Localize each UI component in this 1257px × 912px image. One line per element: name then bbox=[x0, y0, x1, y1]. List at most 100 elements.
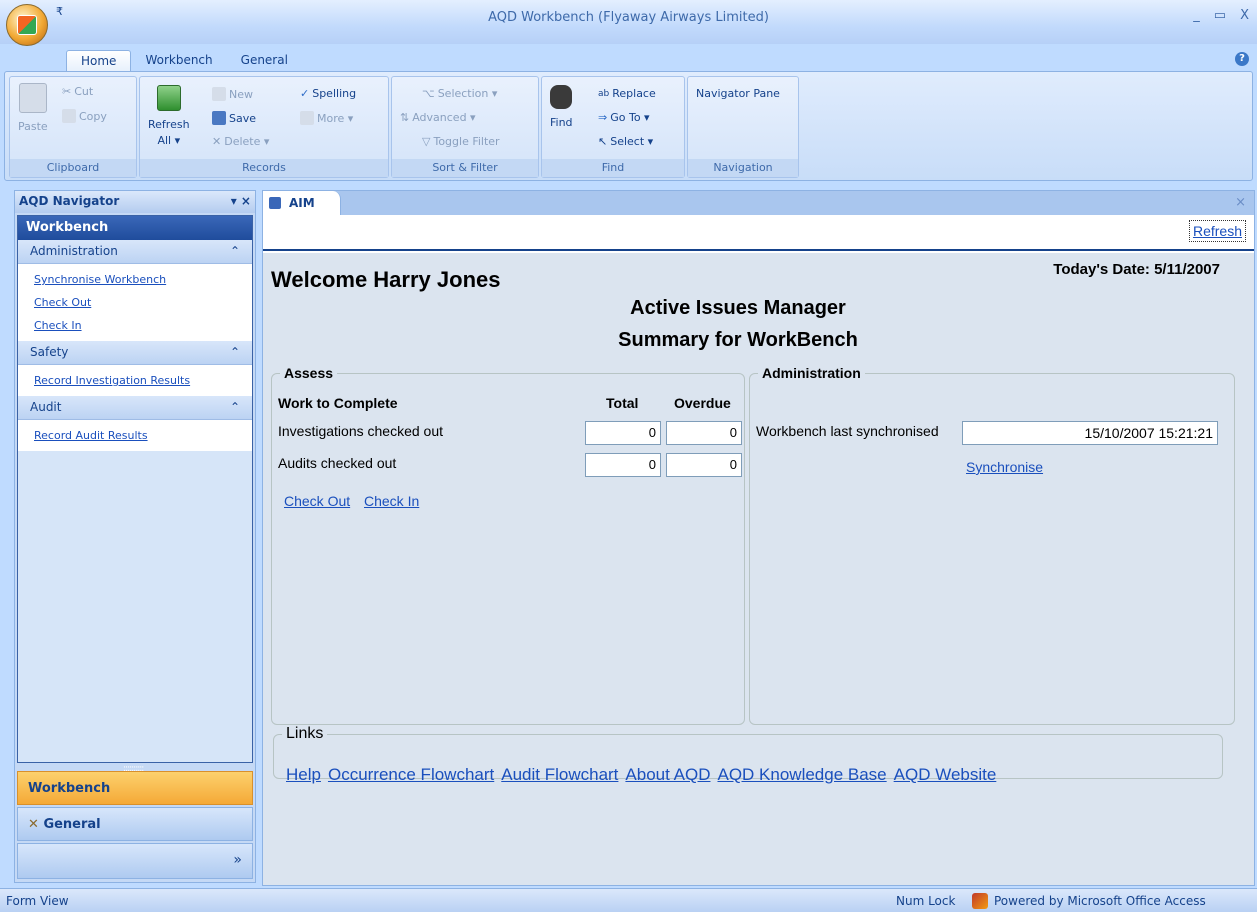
link-synchronise-workbench[interactable]: Synchronise Workbench bbox=[34, 268, 236, 291]
audits-total-field[interactable]: 0 bbox=[585, 453, 661, 477]
more-button[interactable]: More ▾ bbox=[300, 111, 353, 125]
select-label: Select ▾ bbox=[610, 135, 654, 148]
more-label: More ▾ bbox=[317, 111, 354, 125]
delete-button[interactable]: ✕ Delete ▾ bbox=[212, 135, 269, 148]
more-icon bbox=[300, 111, 314, 125]
restore-button[interactable]: ▭ bbox=[1214, 8, 1226, 23]
link-check-out[interactable]: Check Out bbox=[34, 291, 236, 314]
title-bar: ₹ AQD Workbench (Flyaway Airways Limited… bbox=[0, 0, 1257, 46]
sort-icon: ⇅ bbox=[400, 111, 410, 124]
ribbon: Paste ✂ Cut Copy Clipboard Refresh All ▾ … bbox=[4, 71, 1253, 181]
save-button[interactable]: Save bbox=[212, 111, 256, 125]
status-bar: Form View Num Lock Powered by Microsoft … bbox=[0, 888, 1257, 912]
find-button[interactable]: Find bbox=[550, 85, 573, 129]
last-synchronised-label: Workbench last synchronised bbox=[756, 423, 939, 439]
close-document-icon[interactable]: × bbox=[1235, 195, 1246, 210]
link-help[interactable]: Help bbox=[286, 765, 321, 785]
replace-icon: ab bbox=[598, 88, 610, 99]
investigations-overdue-field[interactable]: 0 bbox=[666, 421, 742, 445]
cut-button[interactable]: ✂ Cut bbox=[62, 85, 93, 98]
link-about-aqd[interactable]: About AQD bbox=[625, 765, 710, 785]
office-button[interactable] bbox=[6, 4, 48, 46]
collapse-icon[interactable]: ⌃ bbox=[230, 244, 240, 259]
tab-general[interactable]: General bbox=[227, 50, 302, 72]
last-synchronised-field[interactable]: 15/10/2007 15:21:21 bbox=[962, 421, 1218, 445]
assess-frame: Assess Work to Complete Total Overdue In… bbox=[271, 365, 745, 725]
synchronise-link[interactable]: Synchronise bbox=[966, 459, 1043, 475]
close-button[interactable]: X bbox=[1240, 8, 1249, 23]
investigations-total-field[interactable]: 0 bbox=[585, 421, 661, 445]
arrow-right-icon: ⇒ bbox=[598, 111, 608, 124]
navigator-button-general[interactable]: ✕ General bbox=[17, 807, 253, 841]
replace-label: Replace bbox=[612, 87, 656, 100]
navigator-pane: AQD Navigator ▾ × Workbench Administrati… bbox=[14, 190, 256, 883]
refresh-all-button[interactable]: Refresh All ▾ bbox=[148, 85, 190, 147]
navigator-more-buttons[interactable]: » bbox=[17, 843, 253, 879]
check-in-link[interactable]: Check In bbox=[364, 493, 419, 509]
tab-aim[interactable]: AIM bbox=[263, 191, 341, 215]
copy-button[interactable]: Copy bbox=[62, 109, 107, 123]
spelling-check-icon: ✓ bbox=[300, 87, 310, 100]
navigator-button-workbench[interactable]: Workbench bbox=[17, 771, 253, 805]
document-tab-bar: AIM × bbox=[263, 191, 1254, 215]
safety-links: Record Investigation Results bbox=[18, 365, 252, 396]
minimize-button[interactable]: _ bbox=[1193, 8, 1200, 23]
link-record-investigation-results[interactable]: Record Investigation Results bbox=[34, 369, 236, 392]
refresh-label: Refresh bbox=[148, 118, 190, 131]
administration-frame: Administration Workbench last synchronis… bbox=[749, 365, 1235, 725]
link-occurrence-flowchart[interactable]: Occurrence Flowchart bbox=[328, 765, 494, 785]
new-button[interactable]: New bbox=[212, 87, 253, 101]
audits-label: Audits checked out bbox=[278, 455, 397, 471]
check-out-link[interactable]: Check Out bbox=[284, 493, 350, 509]
navigator-pane-button[interactable]: Navigator Pane bbox=[696, 87, 780, 100]
navigation-group-label: Navigation bbox=[688, 159, 798, 177]
form-header-strip: Refresh bbox=[263, 215, 1254, 251]
toggle-filter-button[interactable]: ▽ Toggle Filter bbox=[422, 135, 500, 148]
tab-workbench[interactable]: Workbench bbox=[131, 50, 226, 72]
new-label: New bbox=[229, 87, 253, 101]
view-mode-status: Form View bbox=[6, 894, 69, 908]
section-administration-label: Administration bbox=[30, 244, 118, 258]
save-label: Save bbox=[229, 111, 257, 125]
aim-form: Welcome Harry Jones Today's Date: 5/11/2… bbox=[263, 253, 1254, 885]
todays-date: Today's Date: 5/11/2007 bbox=[1053, 261, 1220, 278]
section-safety[interactable]: Safety ⌃ bbox=[18, 341, 252, 365]
section-administration[interactable]: Administration ⌃ bbox=[18, 240, 252, 264]
spelling-button[interactable]: ✓ Spelling bbox=[300, 87, 356, 100]
link-audit-flowchart[interactable]: Audit Flowchart bbox=[501, 765, 618, 785]
section-audit[interactable]: Audit ⌃ bbox=[18, 396, 252, 420]
find-group-label: Find bbox=[542, 159, 684, 177]
paste-button[interactable]: Paste bbox=[18, 83, 48, 133]
clipboard-group: Paste ✂ Cut Copy Clipboard bbox=[9, 76, 137, 178]
navigator-header: AQD Navigator ▾ × bbox=[15, 191, 255, 213]
audits-overdue-field[interactable]: 0 bbox=[666, 453, 742, 477]
spelling-label: Spelling bbox=[312, 87, 357, 100]
paste-icon bbox=[18, 83, 47, 113]
sort-filter-group-label: Sort & Filter bbox=[392, 159, 538, 177]
administration-legend: Administration bbox=[762, 365, 861, 381]
audit-links: Record Audit Results bbox=[18, 420, 252, 451]
collapse-icon[interactable]: ⌃ bbox=[230, 400, 240, 415]
refresh-link[interactable]: Refresh bbox=[1188, 220, 1246, 242]
form-title: Active Issues Manager bbox=[630, 297, 846, 319]
link-aqd-knowledge-base[interactable]: AQD Knowledge Base bbox=[717, 765, 886, 785]
help-icon[interactable]: ? bbox=[1235, 52, 1249, 66]
select-button[interactable]: ↖ Select ▾ bbox=[598, 135, 653, 148]
find-group: Find ab Replace ⇒ Go To ▾ ↖ Select ▾ Find bbox=[541, 76, 685, 178]
goto-button[interactable]: ⇒ Go To ▾ bbox=[598, 111, 650, 124]
link-aqd-website[interactable]: AQD Website bbox=[894, 765, 997, 785]
links-legend: Links bbox=[286, 725, 324, 742]
navigator-controls[interactable]: ▾ × bbox=[231, 194, 251, 210]
selection-button[interactable]: ⌥ Selection ▾ bbox=[422, 87, 497, 100]
links-frame: Links Help Occurrence Flowchart Audit Fl… bbox=[273, 725, 1223, 784]
advanced-button[interactable]: ⇅ Advanced ▾ bbox=[400, 111, 476, 124]
link-record-audit-results[interactable]: Record Audit Results bbox=[34, 424, 236, 447]
ribbon-tabs: Home Workbench General bbox=[66, 50, 302, 72]
navigator-general-label: General bbox=[43, 817, 101, 832]
link-check-in[interactable]: Check In bbox=[34, 314, 236, 337]
collapse-icon[interactable]: ⌃ bbox=[230, 345, 240, 360]
office-logo-icon bbox=[17, 15, 37, 35]
selection-label: Selection ▾ bbox=[437, 87, 498, 100]
replace-button[interactable]: ab Replace bbox=[598, 87, 656, 100]
tab-home[interactable]: Home bbox=[66, 50, 132, 72]
